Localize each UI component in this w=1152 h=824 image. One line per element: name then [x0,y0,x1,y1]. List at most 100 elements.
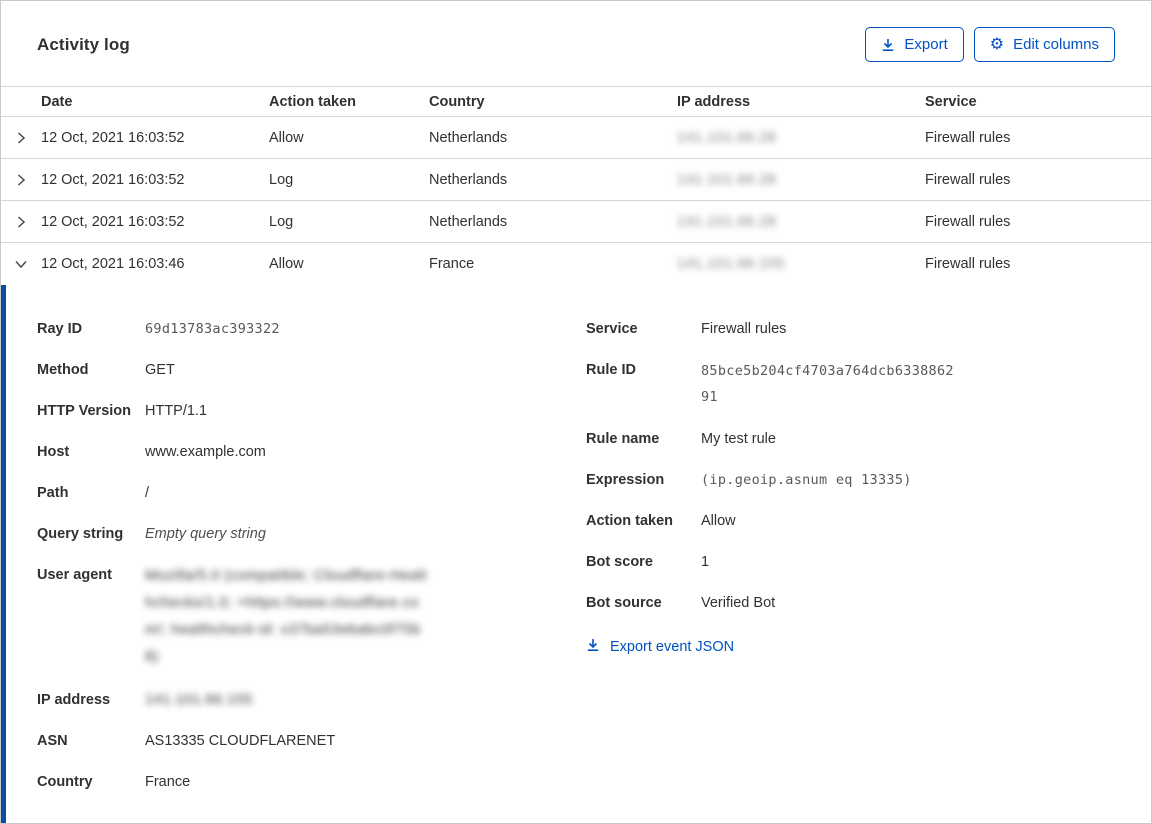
event-detail-right-column: Service Firewall rules Rule ID 85bce5b20… [586,317,1115,657]
detail-field-country: Country France [37,770,586,794]
detail-field-rule-id: Rule ID 85bce5b204cf4703a764dcb633886291 [586,358,1115,410]
field-label: IP address [37,688,145,712]
detail-field-path: Path / [37,481,586,505]
field-label: ASN [37,729,145,753]
field-value: Firewall rules [701,317,786,341]
activity-log-panel: Activity log Export ⚙︎ Edit columns Date… [0,0,1152,824]
cell-service: Firewall rules [925,214,1151,230]
detail-field-http-version: HTTP Version HTTP/1.1 [37,399,586,423]
field-label: Rule name [586,427,701,451]
cell-action-taken: Log [269,214,429,230]
chevron-down-icon[interactable] [1,257,41,271]
field-label: Service [586,317,701,341]
export-button-label: Export [904,37,947,52]
field-label: Bot source [586,591,701,615]
cell-service: Firewall rules [925,130,1151,146]
cell-action-taken: Allow [269,130,429,146]
field-value: GET [145,358,175,382]
field-value-redacted: 141.101.66.155 [145,688,253,712]
cell-service: Firewall rules [925,256,1151,272]
field-value: Allow [701,509,736,533]
field-value: Verified Bot [701,591,775,615]
cell-country: Netherlands [429,130,677,146]
column-header-ip-address: IP address [677,94,925,110]
detail-field-asn: ASN AS13335 CLOUDFLARENET [37,729,586,753]
export-event-json-label: Export event JSON [610,639,734,655]
table-header-row: Date Action taken Country IP address Ser… [1,86,1151,117]
event-detail-panel: Ray ID 69d13783ac393322 Method GET HTTP … [1,285,1151,823]
detail-field-user-agent: User agent Mozilla/5.0 (compatible; Clou… [37,563,586,671]
detail-field-ray-id: Ray ID 69d13783ac393322 [37,317,586,341]
column-header-country: Country [429,94,677,110]
export-event-json-link[interactable]: Export event JSON [586,638,734,656]
field-value: 1 [701,550,709,574]
column-header-action-taken: Action taken [269,94,429,110]
table-row-expanded[interactable]: 12 Oct, 2021 16:03:46 Allow France 141.1… [1,243,1151,285]
detail-field-method: Method GET [37,358,586,382]
page-title: Activity log [37,35,130,55]
field-label: Country [37,770,145,794]
column-header-date: Date [41,94,269,110]
edit-columns-button-label: Edit columns [1013,37,1099,52]
detail-field-action-taken: Action taken Allow [586,509,1115,533]
field-label: Ray ID [37,317,145,341]
field-value: My test rule [701,427,776,451]
cell-action-taken: Allow [269,256,429,272]
detail-field-expression: Expression (ip.geoip.asnum eq 13335) [586,468,1115,492]
table-row[interactable]: 12 Oct, 2021 16:03:52 Log Netherlands 14… [1,159,1151,201]
field-label: Bot score [586,550,701,574]
cell-ip-address-redacted: 141.101.66.28 [677,214,776,230]
field-label: Query string [37,522,145,546]
field-value: (ip.geoip.asnum eq 13335) [701,468,912,492]
field-value: AS13335 CLOUDFLARENET [145,729,335,753]
field-label: User agent [37,563,145,587]
topbar: Activity log Export ⚙︎ Edit columns [1,1,1151,86]
detail-field-rule-name: Rule name My test rule [586,427,1115,451]
field-label: Rule ID [586,358,701,382]
field-label: HTTP Version [37,399,145,423]
download-icon [586,638,600,656]
detail-field-bot-score: Bot score 1 [586,550,1115,574]
cell-ip-address-redacted: 141.101.66.28 [677,130,776,146]
cell-ip-address-redacted: 141.101.66.155 [677,256,785,272]
chevron-right-icon[interactable] [1,173,41,187]
detail-field-bot-source: Bot source Verified Bot [586,591,1115,615]
field-label: Path [37,481,145,505]
cell-date: 12 Oct, 2021 16:03:46 [41,256,269,272]
field-value: www.example.com [145,440,266,464]
detail-field-host: Host www.example.com [37,440,586,464]
cell-service: Firewall rules [925,172,1151,188]
detail-field-ip-address: IP address 141.101.66.155 [37,688,586,712]
chevron-right-icon[interactable] [1,131,41,145]
field-value: / [145,481,149,505]
cell-action-taken: Log [269,172,429,188]
field-value: France [145,770,190,794]
cell-date: 12 Oct, 2021 16:03:52 [41,172,269,188]
field-label: Action taken [586,509,701,533]
activity-log-table: Date Action taken Country IP address Ser… [1,86,1151,285]
download-icon [881,38,895,52]
cell-country: France [429,256,677,272]
cell-date: 12 Oct, 2021 16:03:52 [41,214,269,230]
field-value: 85bce5b204cf4703a764dcb633886291 [701,358,959,410]
field-label: Method [37,358,145,382]
cell-country: Netherlands [429,214,677,230]
column-header-service: Service [925,94,1151,110]
field-value: Empty query string [145,522,266,546]
table-row[interactable]: 12 Oct, 2021 16:03:52 Allow Netherlands … [1,117,1151,159]
export-button[interactable]: Export [865,27,963,62]
cell-country: Netherlands [429,172,677,188]
table-row[interactable]: 12 Oct, 2021 16:03:52 Log Netherlands 14… [1,201,1151,243]
field-value-redacted: Mozilla/5.0 (compatible; Cloudflare-Heal… [145,563,430,671]
field-label: Host [37,440,145,464]
field-label: Expression [586,468,701,492]
field-value: HTTP/1.1 [145,399,207,423]
event-detail-left-column: Ray ID 69d13783ac393322 Method GET HTTP … [37,317,586,811]
field-value: 69d13783ac393322 [145,317,280,341]
detail-field-service: Service Firewall rules [586,317,1115,341]
cell-date: 12 Oct, 2021 16:03:52 [41,130,269,146]
chevron-right-icon[interactable] [1,215,41,229]
gear-icon: ⚙︎ [990,37,1004,53]
edit-columns-button[interactable]: ⚙︎ Edit columns [974,27,1115,62]
cell-ip-address-redacted: 141.101.66.28 [677,172,776,188]
